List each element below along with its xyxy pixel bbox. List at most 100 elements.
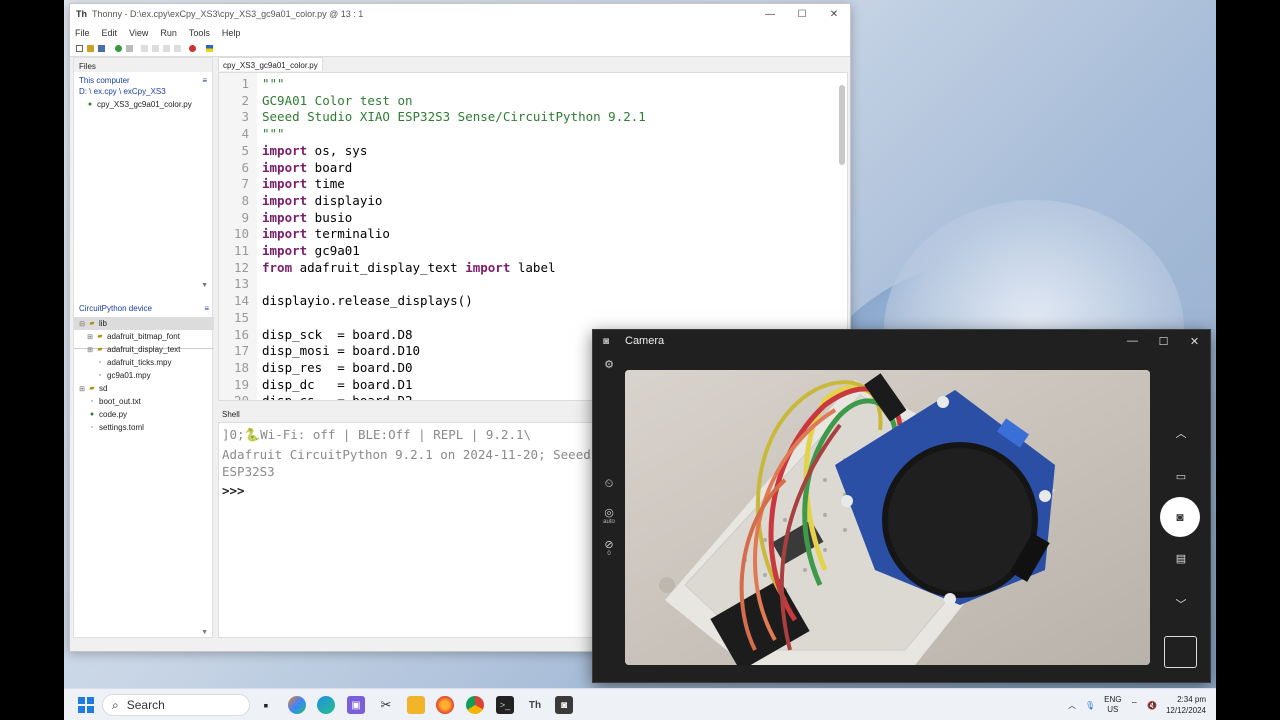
- maximize-button[interactable]: ☐: [786, 9, 818, 20]
- video-mode-icon[interactable]: ▭: [1151, 470, 1211, 483]
- code-line[interactable]: 3 Seeed Studio XIAO ESP32S3 Sense/Circuit…: [219, 108, 847, 125]
- local-path[interactable]: D: \ ex.cpy \ exCpy_XS3: [74, 85, 212, 98]
- take-photo-button[interactable]: ◙: [1160, 497, 1200, 537]
- thonny-taskbar-icon[interactable]: Th: [526, 696, 544, 714]
- taskbar-search[interactable]: ⌕ Search: [102, 694, 250, 716]
- open-file-icon[interactable]: [87, 45, 94, 52]
- files-tab[interactable]: Files: [74, 58, 212, 72]
- camera-maximize-button[interactable]: ☐: [1148, 335, 1179, 348]
- code-line[interactable]: 6 import board: [219, 159, 847, 176]
- code-line[interactable]: 10 import terminalio: [219, 225, 847, 242]
- scroll-down-icon[interactable]: ▼: [201, 282, 208, 289]
- save-file-icon[interactable]: [98, 45, 105, 52]
- code-line[interactable]: 8 import displayio: [219, 192, 847, 209]
- microphone-icon[interactable]: 🎙: [1085, 701, 1095, 710]
- clock-time: 2:34 pm: [1177, 695, 1206, 704]
- code-line[interactable]: 7 import time: [219, 175, 847, 192]
- focus-auto-control[interactable]: ◎ auto: [601, 506, 617, 525]
- file-icon: ▫: [90, 397, 94, 405]
- shell-tab[interactable]: Shell: [218, 408, 244, 421]
- terminal-icon[interactable]: >_: [496, 696, 514, 714]
- speaker-muted-icon[interactable]: 🔇: [1147, 701, 1157, 710]
- chrome-icon[interactable]: [466, 696, 484, 714]
- step-out-icon[interactable]: [163, 45, 170, 52]
- device-item-adafruit-ticks-mpy[interactable]: ▫ adafruit_ticks.mpy: [74, 356, 214, 369]
- device-item-adafruit-bitmap-font[interactable]: ⊞ ▰ adafruit_bitmap_font: [74, 330, 214, 343]
- store-icon[interactable]: ▣: [347, 696, 365, 714]
- menu-tools[interactable]: Tools: [189, 28, 210, 38]
- settings-gear-icon[interactable]: ⚙: [601, 358, 617, 371]
- editor-scrollbar[interactable]: [839, 85, 845, 165]
- menu-file[interactable]: File: [75, 28, 90, 38]
- device-item-adafruit-display-text[interactable]: ⊞ ▰ adafruit_display_text: [74, 343, 214, 356]
- menu-lines-icon[interactable]: ≡: [204, 304, 209, 313]
- device-item-boot-out-txt[interactable]: ▫ boot_out.txt: [74, 395, 214, 408]
- run-icon[interactable]: [115, 45, 122, 52]
- menu-edit[interactable]: Edit: [102, 28, 118, 38]
- chevron-up-icon[interactable]: ︿: [1151, 425, 1211, 441]
- clock[interactable]: 2:34 pm 12/12/2024: [1166, 694, 1206, 716]
- local-file-row[interactable]: ● cpy_XS3_gc9a01_color.py: [74, 98, 212, 111]
- expand-toggle-icon[interactable]: ⊞: [78, 385, 86, 393]
- editor-tab[interactable]: cpy_XS3_gc9a01_color.py: [218, 57, 323, 71]
- code-line[interactable]: 13: [219, 275, 847, 292]
- stop-icon[interactable]: [189, 45, 196, 52]
- exposure-control[interactable]: ⊘ 0: [601, 538, 617, 557]
- task-view-icon[interactable]: ▪: [257, 696, 275, 714]
- code-line[interactable]: 9 import busio: [219, 209, 847, 226]
- start-button[interactable]: [78, 697, 94, 713]
- device-item-gc9a01-mpy[interactable]: ▫ gc9a01.mpy: [74, 369, 214, 382]
- camera-titlebar[interactable]: ◙ Camera — ☐ ✕: [593, 330, 1210, 352]
- firefox-icon[interactable]: [436, 696, 454, 714]
- new-file-icon[interactable]: [76, 45, 83, 52]
- code-line[interactable]: 12 from adafruit_display_text import labe…: [219, 259, 847, 276]
- expand-toggle-icon[interactable]: ⊞: [86, 346, 94, 354]
- menu-lines-icon[interactable]: ≡: [202, 76, 207, 85]
- camera-close-button[interactable]: ✕: [1179, 335, 1210, 348]
- code-line[interactable]: 4 """: [219, 125, 847, 142]
- camera-taskbar-icon[interactable]: ◙: [555, 696, 573, 714]
- debug-icon[interactable]: [126, 45, 133, 52]
- shell-prompt[interactable]: >>>: [222, 483, 245, 498]
- document-mode-icon[interactable]: ▤: [1151, 552, 1211, 565]
- code-text: import displayio: [262, 192, 382, 209]
- scroll-down-icon[interactable]: ▼: [201, 629, 208, 636]
- line-number: 19: [233, 376, 249, 392]
- menu-help[interactable]: Help: [222, 28, 241, 38]
- wifi-icon[interactable]: ⌔: [1130, 700, 1138, 710]
- minimize-button[interactable]: —: [754, 9, 786, 20]
- close-button[interactable]: ✕: [818, 9, 850, 20]
- code-line[interactable]: 14 displayio.release_displays(): [219, 292, 847, 309]
- menu-view[interactable]: View: [129, 28, 148, 38]
- last-photo-thumbnail[interactable]: [1164, 636, 1197, 668]
- code-line[interactable]: 5 import os, sys: [219, 142, 847, 159]
- expand-toggle-icon[interactable]: ⊟: [78, 320, 86, 328]
- ukraine-flag-icon[interactable]: [206, 45, 213, 52]
- camera-minimize-button[interactable]: —: [1117, 335, 1148, 347]
- chevron-up-icon[interactable]: ︿: [1068, 700, 1076, 711]
- device-item-settings-toml[interactable]: ▫ settings.toml: [74, 421, 214, 434]
- device-item-lib[interactable]: ⊟ ▰ lib: [74, 317, 214, 330]
- this-computer-label[interactable]: This computer: [79, 76, 130, 85]
- thonny-titlebar[interactable]: Th Thonny - D:\ex.cpy\exCpy_XS3\cpy_XS3_…: [70, 4, 850, 24]
- step-over-icon[interactable]: [141, 45, 148, 52]
- edge-browser-icon[interactable]: [317, 696, 335, 714]
- code-line[interactable]: 2 GC9A01 Color test on: [219, 92, 847, 109]
- timer-off-icon[interactable]: ⏲: [601, 478, 617, 491]
- code-line[interactable]: 11 import gc9a01: [219, 242, 847, 259]
- code-line[interactable]: 1 """: [219, 75, 847, 92]
- copilot-icon[interactable]: [288, 696, 306, 714]
- code-line[interactable]: 15: [219, 309, 847, 326]
- code-token: busio: [307, 209, 353, 225]
- file-explorer-icon[interactable]: [407, 696, 425, 714]
- device-item-sd[interactable]: ⊞ ▰ sd: [74, 382, 214, 395]
- language-indicator[interactable]: ENG US: [1104, 695, 1121, 715]
- menu-run[interactable]: Run: [160, 28, 177, 38]
- device-item-code-py[interactable]: ● code.py: [74, 408, 214, 421]
- device-header-label[interactable]: CircuitPython device: [79, 304, 152, 313]
- expand-toggle-icon[interactable]: ⊞: [86, 333, 94, 341]
- chevron-down-icon[interactable]: ﹀: [1151, 596, 1211, 612]
- step-into-icon[interactable]: [152, 45, 159, 52]
- snipping-tool-icon[interactable]: ✂: [377, 696, 395, 714]
- resume-icon[interactable]: [174, 45, 181, 52]
